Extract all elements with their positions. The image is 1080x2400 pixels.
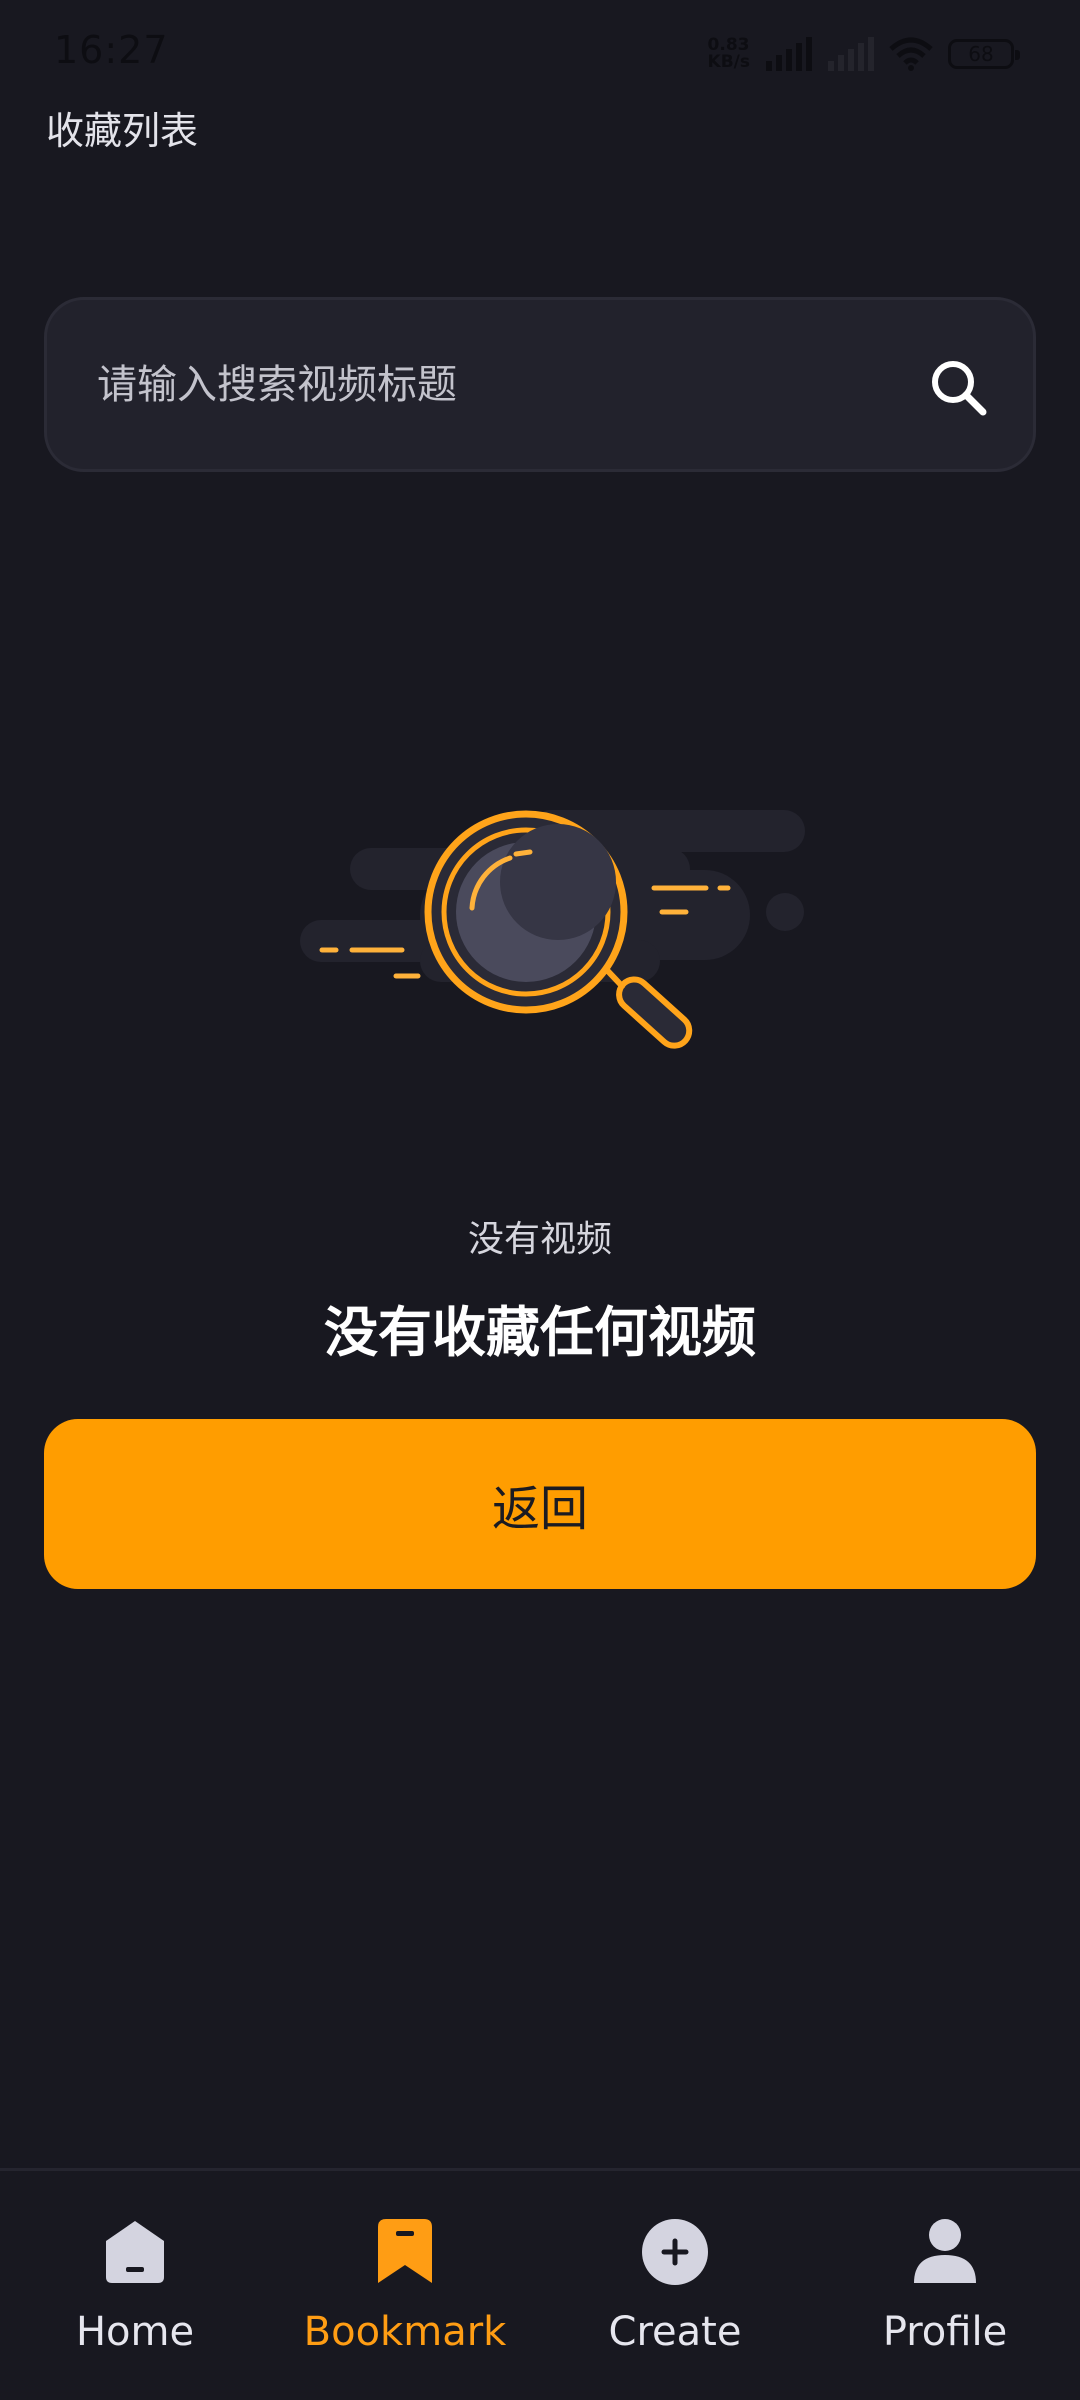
magnifier-illustration-icon: [300, 810, 805, 1049]
wifi-icon: [889, 37, 933, 71]
signal-icon: [766, 37, 812, 71]
nav-label-create: Create: [608, 2309, 742, 2355]
search-box[interactable]: [44, 297, 1036, 472]
home-icon: [106, 2221, 164, 2283]
nav-item-bookmark[interactable]: Bookmark: [270, 2171, 540, 2400]
status-bar: 16:27 0.83 KB/s 68: [0, 0, 1080, 100]
bookmark-icon: [378, 2219, 432, 2283]
plus-circle-icon: [642, 2219, 708, 2285]
battery-indicator: 68: [948, 39, 1020, 69]
bottom-nav: Home Bookmark Create Profile: [0, 2168, 1080, 2400]
signal-secondary-icon: [828, 37, 874, 71]
empty-state-title: 没有视频: [467, 1219, 612, 1260]
nav-item-create[interactable]: Create: [540, 2171, 810, 2400]
nav-label-bookmark: Bookmark: [303, 2309, 507, 2355]
status-indicators: 0.83 KB/s 68: [708, 32, 1020, 76]
nav-item-home[interactable]: Home: [0, 2171, 270, 2400]
screen: 16:27 0.83 KB/s 68 收藏列表 请输入搜索视频标题 没有视频 没…: [0, 0, 1080, 2400]
search-icon[interactable]: [927, 356, 989, 418]
status-time: 16:27: [54, 28, 169, 72]
network-speed-unit: KB/s: [707, 52, 750, 72]
nav-label-profile: Profile: [882, 2309, 1008, 2355]
page-title: 收藏列表: [46, 109, 199, 153]
back-button[interactable]: 返回: [44, 1419, 1036, 1589]
person-icon: [914, 2219, 976, 2283]
nav-label-home: Home: [75, 2309, 195, 2355]
network-speed: 0.83 KB/s: [708, 37, 750, 71]
search-input[interactable]: [97, 300, 897, 469]
nav-item-profile[interactable]: Profile: [810, 2171, 1080, 2400]
empty-state-message: 没有收藏任何视频: [324, 1301, 756, 1364]
